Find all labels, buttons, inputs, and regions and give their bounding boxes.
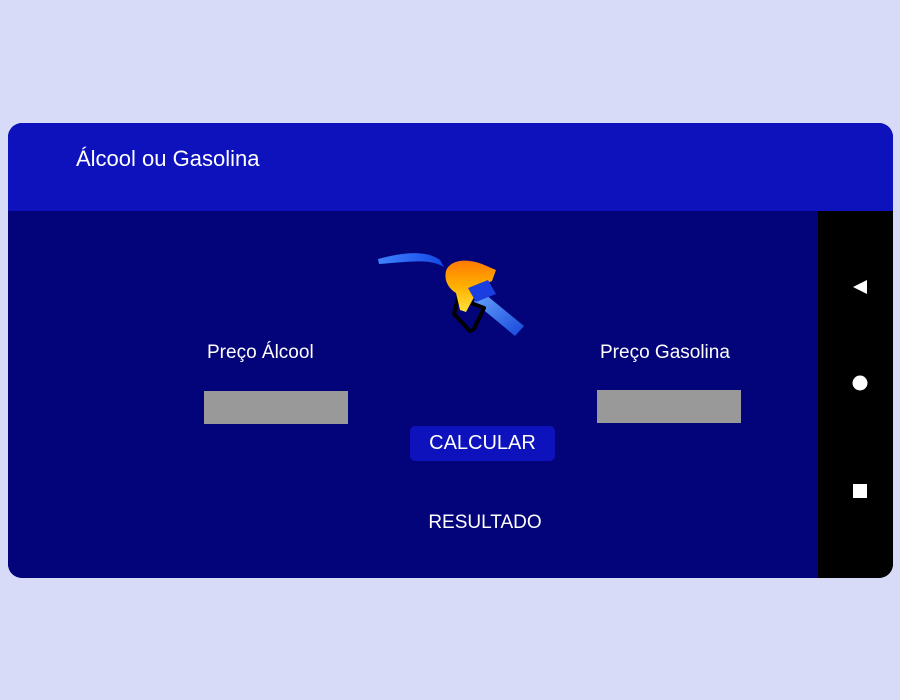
alcohol-price-label: Preço Álcool bbox=[207, 342, 314, 363]
recents-icon bbox=[853, 484, 867, 498]
back-icon bbox=[853, 280, 867, 294]
app-bar-extension bbox=[818, 123, 893, 211]
gasoline-price-label: Preço Gasolina bbox=[600, 342, 730, 363]
calculate-button[interactable]: CALCULAR bbox=[410, 426, 555, 461]
alcohol-price-input[interactable] bbox=[204, 391, 348, 424]
app-bar: Álcool ou Gasolina bbox=[8, 123, 818, 211]
result-text: RESULTADO bbox=[428, 512, 542, 533]
recents-button[interactable] bbox=[842, 473, 878, 509]
fuel-nozzle-icon bbox=[374, 246, 526, 338]
back-button[interactable] bbox=[842, 269, 878, 305]
app-title: Álcool ou Gasolina bbox=[76, 146, 260, 171]
system-nav-bar bbox=[818, 211, 893, 578]
device-frame: Álcool ou Gasolina Preço Álcool Preço Ga… bbox=[8, 123, 893, 578]
home-icon bbox=[852, 375, 868, 391]
main-content: Preço Álcool Preço Gasolina CALCULAR RES… bbox=[8, 211, 818, 578]
gasoline-price-input[interactable] bbox=[597, 390, 741, 423]
home-button[interactable] bbox=[842, 365, 878, 401]
